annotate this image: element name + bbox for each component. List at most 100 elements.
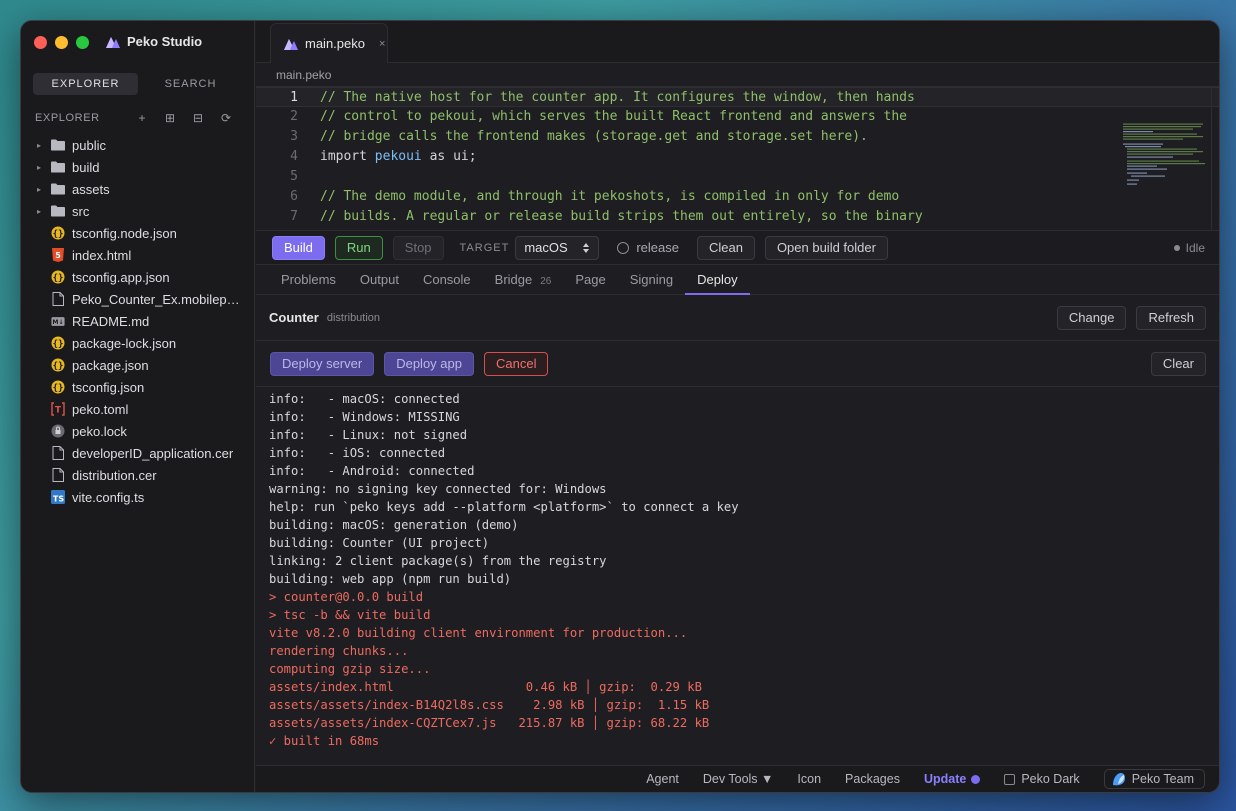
editor-tab-main-peko[interactable]: main.peko × — [270, 23, 388, 63]
code-text: // control to pekoui, which serves the b… — [310, 107, 907, 127]
minimize-window-button[interactable] — [55, 36, 68, 49]
theme-checkbox[interactable] — [1004, 773, 1016, 785]
theme-label: Peko Dark — [1021, 772, 1080, 786]
tab-search[interactable]: SEARCH — [138, 73, 243, 95]
tree-file[interactable]: {} package-lock.json — [21, 332, 255, 354]
code-line[interactable]: 2 // control to pekoui, which serves the … — [256, 107, 1219, 127]
tab-output[interactable]: Output — [348, 265, 411, 294]
code-line[interactable]: 6 // The demo module, and through it peko… — [256, 187, 1219, 207]
collapse-all-icon[interactable]: ⊟ — [184, 111, 212, 125]
clear-log-button[interactable]: Clear — [1150, 351, 1206, 376]
expand-all-icon[interactable]: ⊞ — [156, 111, 184, 125]
build-button[interactable]: Build — [272, 235, 325, 260]
tree-file[interactable]: {} package.json — [21, 354, 255, 376]
open-build-folder-button[interactable]: Open build folder — [764, 235, 888, 260]
line-number: 5 — [290, 169, 298, 184]
svg-text:{}: {} — [53, 384, 64, 394]
tree-file[interactable]: peko.lock — [21, 420, 255, 442]
tree-file[interactable]: distribution.cer — [21, 464, 255, 486]
tree-file[interactable]: {} tsconfig.json — [21, 376, 255, 398]
code-comment: // control to pekoui, which serves the b… — [320, 109, 907, 124]
tree-file[interactable]: M↓ README.md — [21, 310, 255, 332]
run-button[interactable]: Run — [334, 235, 383, 260]
chevron-right-icon[interactable]: ▸ — [37, 207, 51, 216]
clean-button[interactable]: Clean — [696, 235, 755, 260]
tree-file[interactable]: developerID_application.cer — [21, 442, 255, 464]
agent-button[interactable]: Agent — [646, 772, 679, 786]
sidebar-tabs: EXPLORER SEARCH — [33, 73, 243, 95]
chevron-right-icon[interactable]: ▸ — [37, 185, 51, 194]
lock-file-icon — [51, 424, 65, 438]
cancel-button[interactable]: Cancel — [483, 351, 549, 376]
dev-tools-button[interactable]: Dev Tools ▼ — [703, 772, 774, 786]
tree-folder[interactable]: ▸ public — [21, 134, 255, 156]
svg-text:TS: TS — [53, 495, 64, 504]
code-line[interactable]: 3 // bridge calls the frontend makes (sto… — [256, 127, 1219, 147]
tree-folder[interactable]: ▸ src — [21, 200, 255, 222]
tree-item-label: index.html — [72, 247, 132, 263]
code-line[interactable]: 4 import pekoui as ui; — [256, 147, 1219, 167]
close-tab-icon[interactable]: × — [379, 38, 385, 50]
tab-bridge[interactable]: Bridge 26 — [483, 265, 564, 294]
tab-console[interactable]: Console — [411, 265, 483, 294]
sidebar: Peko Studio EXPLORER SEARCH EXPLORER + ⊞… — [21, 21, 255, 792]
zoom-window-button[interactable] — [76, 36, 89, 49]
target-select[interactable]: macOS — [515, 235, 600, 260]
editor-scrollbar[interactable] — [1211, 87, 1219, 230]
tab-explorer[interactable]: EXPLORER — [33, 73, 138, 95]
tab-label: Signing — [629, 272, 674, 287]
refresh-button[interactable]: Refresh — [1136, 305, 1206, 330]
theme-toggle[interactable]: Peko Dark — [1004, 772, 1080, 786]
tree-file[interactable]: {} tsconfig.app.json — [21, 266, 255, 288]
minimap[interactable] — [1123, 87, 1207, 230]
code-line[interactable]: 1 // The native host for the counter app.… — [256, 87, 1219, 107]
code-keyword: import — [320, 149, 375, 164]
code-editor[interactable]: 1 // The native host for the counter app.… — [256, 87, 1219, 230]
packages-button[interactable]: Packages — [845, 772, 900, 786]
code-comment: // bridge calls the frontend makes (stor… — [320, 129, 868, 144]
tab-label: Console — [422, 272, 471, 287]
tree-folder[interactable]: ▸ build — [21, 156, 255, 178]
icon-button[interactable]: Icon — [797, 772, 821, 786]
tree-file[interactable]: {} tsconfig.node.json — [21, 222, 255, 244]
folder-icon — [51, 138, 65, 152]
tree-file[interactable]: 5 index.html — [21, 244, 255, 266]
chevron-right-icon[interactable]: ▸ — [37, 141, 51, 150]
explorer-label: EXPLORER — [35, 112, 100, 124]
code-line[interactable]: 5 — [256, 167, 1219, 187]
deploy-server-button[interactable]: Deploy server — [270, 351, 375, 376]
close-window-button[interactable] — [34, 36, 47, 49]
chevron-right-icon[interactable]: ▸ — [37, 163, 51, 172]
json-file-icon: {} — [51, 358, 65, 372]
release-label: release — [636, 240, 679, 255]
tab-page[interactable]: Page — [563, 265, 617, 294]
code-line[interactable]: 7 // builds. A regular or release build s… — [256, 207, 1219, 227]
main-area: main.peko × main.peko 1 // The native hos… — [256, 21, 1219, 792]
log-line: > tsc -b && vite build — [269, 608, 431, 622]
change-button[interactable]: Change — [1056, 305, 1127, 330]
tree-folder[interactable]: ▸ assets — [21, 178, 255, 200]
count-badge: 26 — [540, 276, 552, 287]
file-icon — [51, 292, 65, 306]
release-toggle[interactable]: release — [617, 240, 679, 255]
log-line: building: macOS: generation (demo) — [269, 518, 519, 532]
update-button[interactable]: Update — [924, 772, 981, 786]
new-file-icon[interactable]: + — [128, 111, 156, 125]
tree-file[interactable]: Tpeko.toml — [21, 398, 255, 420]
tab-signing[interactable]: Signing — [618, 265, 685, 294]
stop-button[interactable]: Stop — [392, 235, 444, 260]
editor-tabbar: main.peko × — [256, 21, 1219, 63]
team-button[interactable]: Peko Team — [1103, 769, 1205, 789]
tree-file[interactable]: TS vite.config.ts — [21, 486, 255, 508]
tab-deploy[interactable]: Deploy — [685, 265, 751, 295]
deploy-app-button[interactable]: Deploy app — [384, 351, 474, 376]
tree-item-label: tsconfig.node.json — [72, 225, 177, 241]
tree-file[interactable]: Peko_Counter_Ex.mobileprovision — [21, 288, 255, 310]
tree-item-label: package-lock.json — [72, 335, 177, 351]
release-checkbox[interactable] — [617, 241, 630, 254]
refresh-tree-icon[interactable]: ⟳ — [212, 111, 240, 125]
line-number: 7 — [290, 209, 298, 224]
tab-problems[interactable]: Problems — [269, 265, 348, 294]
code-comment: // builds. A regular or release build st… — [320, 209, 923, 224]
deploy-log[interactable]: info: - macOS: connected info: - Windows:… — [256, 387, 1219, 759]
